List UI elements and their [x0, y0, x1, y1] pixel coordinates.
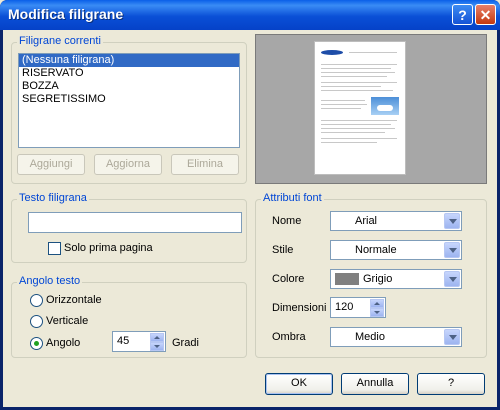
spin-up-icon[interactable]: [150, 333, 164, 342]
window-title: Modifica filigrane: [8, 6, 124, 22]
title-bar[interactable]: Modifica filigrane ? ✕: [0, 0, 500, 30]
horizontal-label: Orizzontale: [46, 294, 102, 306]
watermark-text-title: Testo filigrana: [17, 192, 89, 204]
font-name-label: Nome: [272, 215, 302, 227]
cancel-button[interactable]: Annulla: [341, 373, 409, 395]
list-item[interactable]: BOZZA: [19, 80, 239, 93]
preview-page: [314, 41, 406, 175]
add-button[interactable]: Aggiungi: [17, 154, 85, 175]
close-button[interactable]: ✕: [475, 4, 496, 25]
help-button[interactable]: ?: [417, 373, 485, 395]
watermark-list[interactable]: (Nessuna filigrana) RISERVATO BOZZA SEGR…: [18, 53, 240, 148]
vertical-label: Verticale: [46, 315, 89, 327]
font-style-select[interactable]: Normale: [330, 240, 462, 260]
text-angle-group: Angolo testo Orizzontale Verticale Angol…: [11, 275, 247, 358]
ok-button[interactable]: OK: [265, 373, 333, 395]
text-angle-title: Angolo testo: [17, 275, 83, 287]
first-page-only-label: Solo prima pagina: [64, 242, 153, 254]
watermark-text-group: Testo filigrana Solo prima pagina: [11, 192, 247, 263]
font-size-value: 120: [335, 301, 354, 313]
chevron-down-icon[interactable]: [444, 271, 460, 287]
angle-stepper[interactable]: 45: [112, 331, 166, 352]
preview-photo: [371, 97, 399, 115]
angle-label: Angolo: [46, 337, 81, 349]
font-color-label: Colore: [272, 273, 305, 285]
font-size-stepper[interactable]: 120: [330, 297, 386, 318]
delete-button[interactable]: Elimina: [171, 154, 239, 175]
spin-down-icon[interactable]: [150, 342, 164, 351]
update-button[interactable]: Aggiorna: [94, 154, 162, 175]
font-attributes-group: Attributi font Nome Arial Stile Normale …: [255, 192, 487, 358]
font-style-label: Stile: [272, 244, 294, 256]
close-icon: ✕: [479, 7, 492, 23]
list-item[interactable]: SEGRETISSIMO: [19, 93, 239, 106]
question-icon: ?: [458, 7, 467, 23]
font-style-value: Normale: [355, 244, 397, 256]
shadow-label: Ombra: [272, 331, 306, 343]
angle-value: 45: [117, 335, 130, 347]
list-item[interactable]: (Nessuna filigrana): [19, 54, 239, 67]
dialog-client: Filigrane correnti (Nessuna filigrana) R…: [3, 30, 497, 407]
font-name-select[interactable]: Arial: [330, 211, 462, 231]
brand-logo: [321, 50, 343, 55]
vertical-radio[interactable]: [30, 315, 43, 328]
shadow-select[interactable]: Medio: [330, 327, 462, 347]
angle-radio[interactable]: [30, 337, 43, 350]
color-swatch: [335, 273, 359, 285]
font-color-select[interactable]: Grigio: [330, 269, 462, 289]
font-attributes-title: Attributi font: [261, 192, 324, 204]
chevron-down-icon[interactable]: [444, 329, 460, 345]
list-item[interactable]: RISERVATO: [19, 67, 239, 80]
spin-down-icon[interactable]: [370, 308, 384, 317]
help-title-button[interactable]: ?: [452, 4, 473, 25]
watermark-text-input[interactable]: [28, 212, 242, 233]
font-size-label: Dimensioni: [272, 302, 327, 314]
current-watermarks-title: Filigrane correnti: [17, 35, 103, 47]
first-page-only-checkbox[interactable]: [48, 242, 61, 255]
horizontal-radio[interactable]: [30, 294, 43, 307]
chevron-down-icon[interactable]: [444, 213, 460, 229]
chevron-down-icon[interactable]: [444, 242, 460, 258]
watermark-preview: [255, 34, 487, 184]
spin-up-icon[interactable]: [370, 299, 384, 308]
current-watermarks-group: Filigrane correnti (Nessuna filigrana) R…: [11, 35, 247, 184]
font-color-value: Grigio: [363, 273, 393, 285]
degrees-label: Gradi: [172, 337, 199, 349]
font-name-value: Arial: [355, 215, 378, 227]
shadow-value: Medio: [355, 331, 385, 343]
dialog-window: Modifica filigrane ? ✕ Filigrane corrent…: [0, 0, 500, 410]
